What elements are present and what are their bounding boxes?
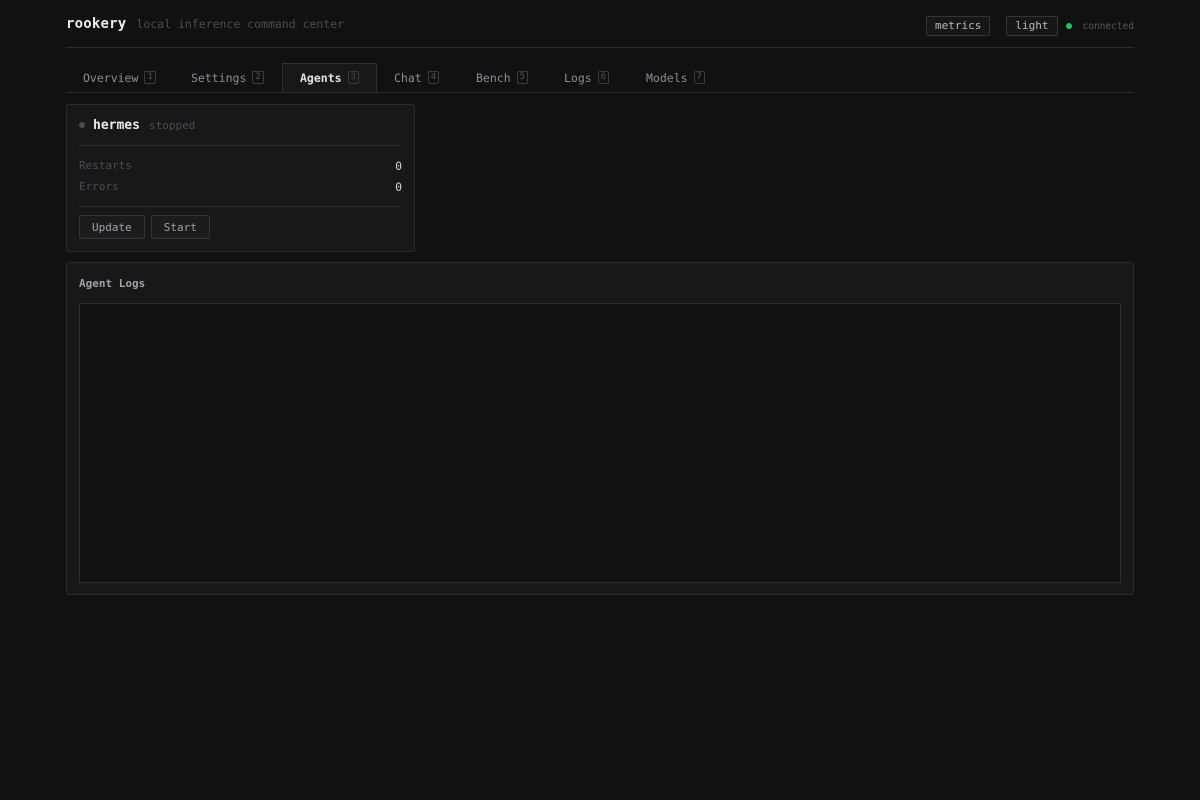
app-brand: rookery — [66, 15, 127, 32]
agent-card: hermes stopped Restarts 0 Errors 0 Updat… — [66, 104, 415, 252]
metrics-button[interactable]: metrics — [926, 16, 991, 36]
update-button[interactable]: Update — [79, 215, 145, 239]
tab-chat[interactable]: Chat 4 — [377, 63, 456, 92]
connection-status-text: connected — [1082, 20, 1134, 32]
start-button[interactable]: Start — [150, 215, 210, 239]
tab-shortcut-key: 7 — [693, 71, 705, 84]
tab-bar: Overview 1 Settings 2 Agents 3 Chat 4 Be… — [66, 48, 1134, 93]
tab-shortcut-key: 5 — [516, 71, 529, 84]
stat-value: 0 — [395, 158, 402, 173]
agent-status-dot — [79, 122, 85, 128]
agent-logs-panel: Agent Logs — [66, 262, 1134, 595]
agent-logs-title: Agent Logs — [79, 277, 146, 290]
tab-overview[interactable]: Overview 1 — [66, 63, 173, 92]
stat-value: 0 — [395, 179, 402, 194]
app-tagline: local inference command center — [136, 16, 345, 31]
tab-label: Logs — [564, 70, 592, 85]
agent-actions: Update Start — [79, 207, 402, 239]
tab-agents[interactable]: Agents 3 — [282, 63, 377, 92]
connection-status-dot — [1065, 23, 1072, 29]
tab-models[interactable]: Models 7 — [629, 63, 722, 92]
tab-shortcut-key: 4 — [427, 71, 440, 84]
tab-label: Settings — [191, 70, 247, 85]
stat-label: Restarts — [79, 159, 132, 172]
tab-label: Overview — [83, 70, 139, 85]
agent-state: stopped — [148, 118, 196, 132]
header-controls: metrics light connected — [926, 16, 1134, 36]
tab-bench[interactable]: Bench 5 — [459, 63, 545, 92]
agent-stats: Restarts 0 Errors 0 — [79, 146, 402, 207]
tab-label: Chat — [394, 70, 422, 85]
app-root: rookery local inference command center m… — [66, 0, 1134, 595]
stat-label: Errors — [79, 180, 119, 193]
agent-card-header: hermes stopped — [79, 105, 402, 146]
agent-logs-output[interactable] — [79, 303, 1121, 583]
theme-toggle-button[interactable]: light — [1006, 16, 1058, 36]
agent-name: hermes — [93, 117, 140, 133]
tab-shortcut-key: 3 — [347, 71, 359, 84]
tab-shortcut-key: 6 — [597, 71, 610, 84]
tab-shortcut-key: 2 — [252, 71, 264, 84]
top-header: rookery local inference command center m… — [66, 0, 1134, 48]
stat-row-errors: Errors 0 — [79, 176, 402, 197]
tab-shortcut-key: 1 — [144, 71, 156, 84]
tab-label: Agents — [300, 70, 342, 85]
tab-label: Bench — [476, 70, 511, 85]
tab-settings[interactable]: Settings 2 — [174, 63, 281, 92]
tab-logs[interactable]: Logs 6 — [547, 63, 626, 92]
tab-label: Models — [646, 70, 688, 85]
stat-row-restarts: Restarts 0 — [79, 155, 402, 176]
